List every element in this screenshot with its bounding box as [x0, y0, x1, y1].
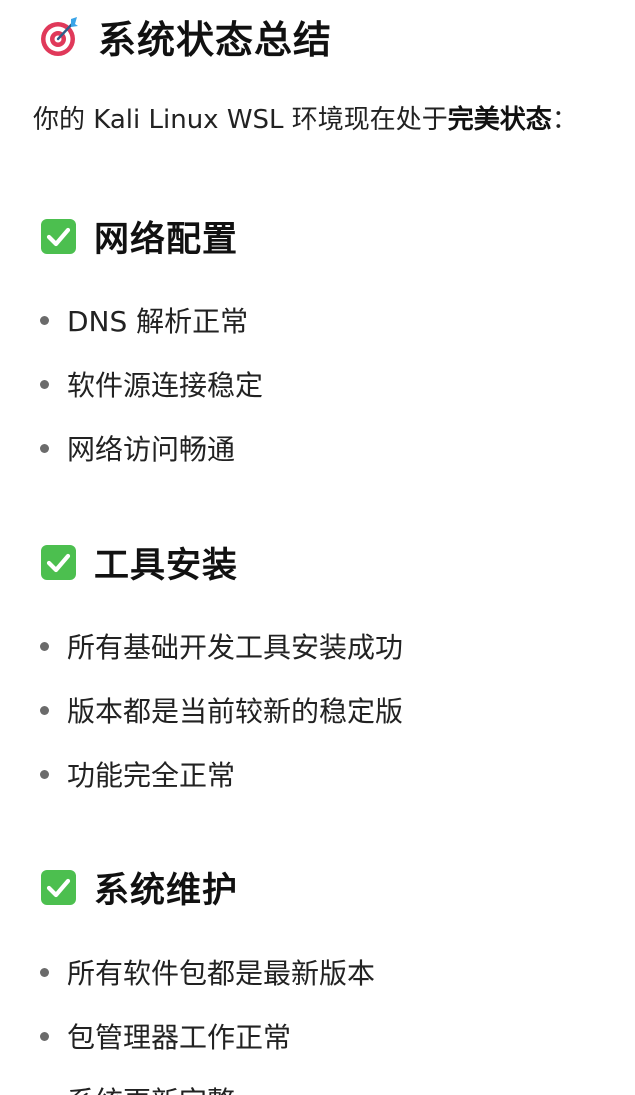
maintenance-list: 所有软件包都是最新版本 包管理器工作正常 系统更新完整	[40, 940, 375, 1095]
document-page: 系统状态总结 你的 Kali Linux WSL 环境现在处于完美状态： 网络配…	[0, 0, 635, 1095]
list-item: 网络访问畅通	[40, 416, 263, 480]
list-item-text: 网络访问畅通	[67, 433, 236, 466]
section-title: 网络配置	[94, 219, 239, 260]
list-item-text: 功能完全正常	[67, 759, 236, 792]
section-title: 系统维护	[94, 870, 239, 911]
section-heading-maintenance: 系统维护	[40, 862, 238, 912]
bullet-dot	[40, 1031, 49, 1041]
list-item-text: 版本都是当前较新的稳定版	[67, 695, 404, 728]
list-item: 版本都是当前较新的稳定版	[40, 678, 403, 742]
list-item: 软件源连接稳定	[40, 352, 263, 416]
bullet-dot	[40, 443, 49, 453]
list-item-text: 系统更新完整	[67, 1080, 235, 1095]
bullet-dot	[40, 769, 49, 779]
list-item: 包管理器工作正常	[40, 1004, 375, 1068]
check-box-icon	[40, 544, 77, 581]
list-item-text: 所有软件包都是最新版本	[67, 957, 376, 990]
list-item-text: DNS 解析正常	[67, 305, 249, 338]
page-title: 系统状态总结	[38, 8, 332, 64]
intro-colon: ：	[551, 105, 578, 135]
list-item-text: 包管理器工作正常	[67, 1021, 292, 1054]
bullet-dot	[40, 705, 49, 715]
section-heading-tools: 工具安装	[40, 537, 238, 587]
bullet-dot	[40, 379, 49, 389]
intro-paragraph: 你的 Kali Linux WSL 环境现在处于完美状态：	[33, 98, 578, 142]
list-item: 所有软件包都是最新版本	[40, 940, 375, 1004]
target-icon	[38, 15, 80, 57]
list-item-text: 软件源连接稳定	[67, 369, 264, 402]
tools-list: 所有基础开发工具安装成功 版本都是当前较新的稳定版 功能完全正常	[40, 614, 403, 806]
bullet-dot	[40, 315, 49, 325]
section-title: 工具安装	[94, 545, 239, 586]
list-item-text: 所有基础开发工具安装成功	[67, 631, 404, 664]
check-box-icon	[40, 869, 77, 906]
bullet-dot	[40, 967, 49, 977]
page-title-text: 系统状态总结	[98, 17, 333, 62]
bullet-dot	[40, 641, 49, 651]
list-item: 系统更新完整	[40, 1068, 375, 1095]
check-box-icon	[40, 218, 77, 255]
intro-text: 你的 Kali Linux WSL 环境现在处于	[33, 105, 448, 135]
intro-highlight: 完美状态	[447, 105, 552, 135]
network-list: DNS 解析正常 软件源连接稳定 网络访问畅通	[40, 288, 263, 480]
list-item: 功能完全正常	[40, 742, 403, 806]
list-item: 所有基础开发工具安装成功	[40, 614, 403, 678]
list-item: DNS 解析正常	[40, 288, 263, 352]
section-heading-network: 网络配置	[40, 211, 238, 261]
